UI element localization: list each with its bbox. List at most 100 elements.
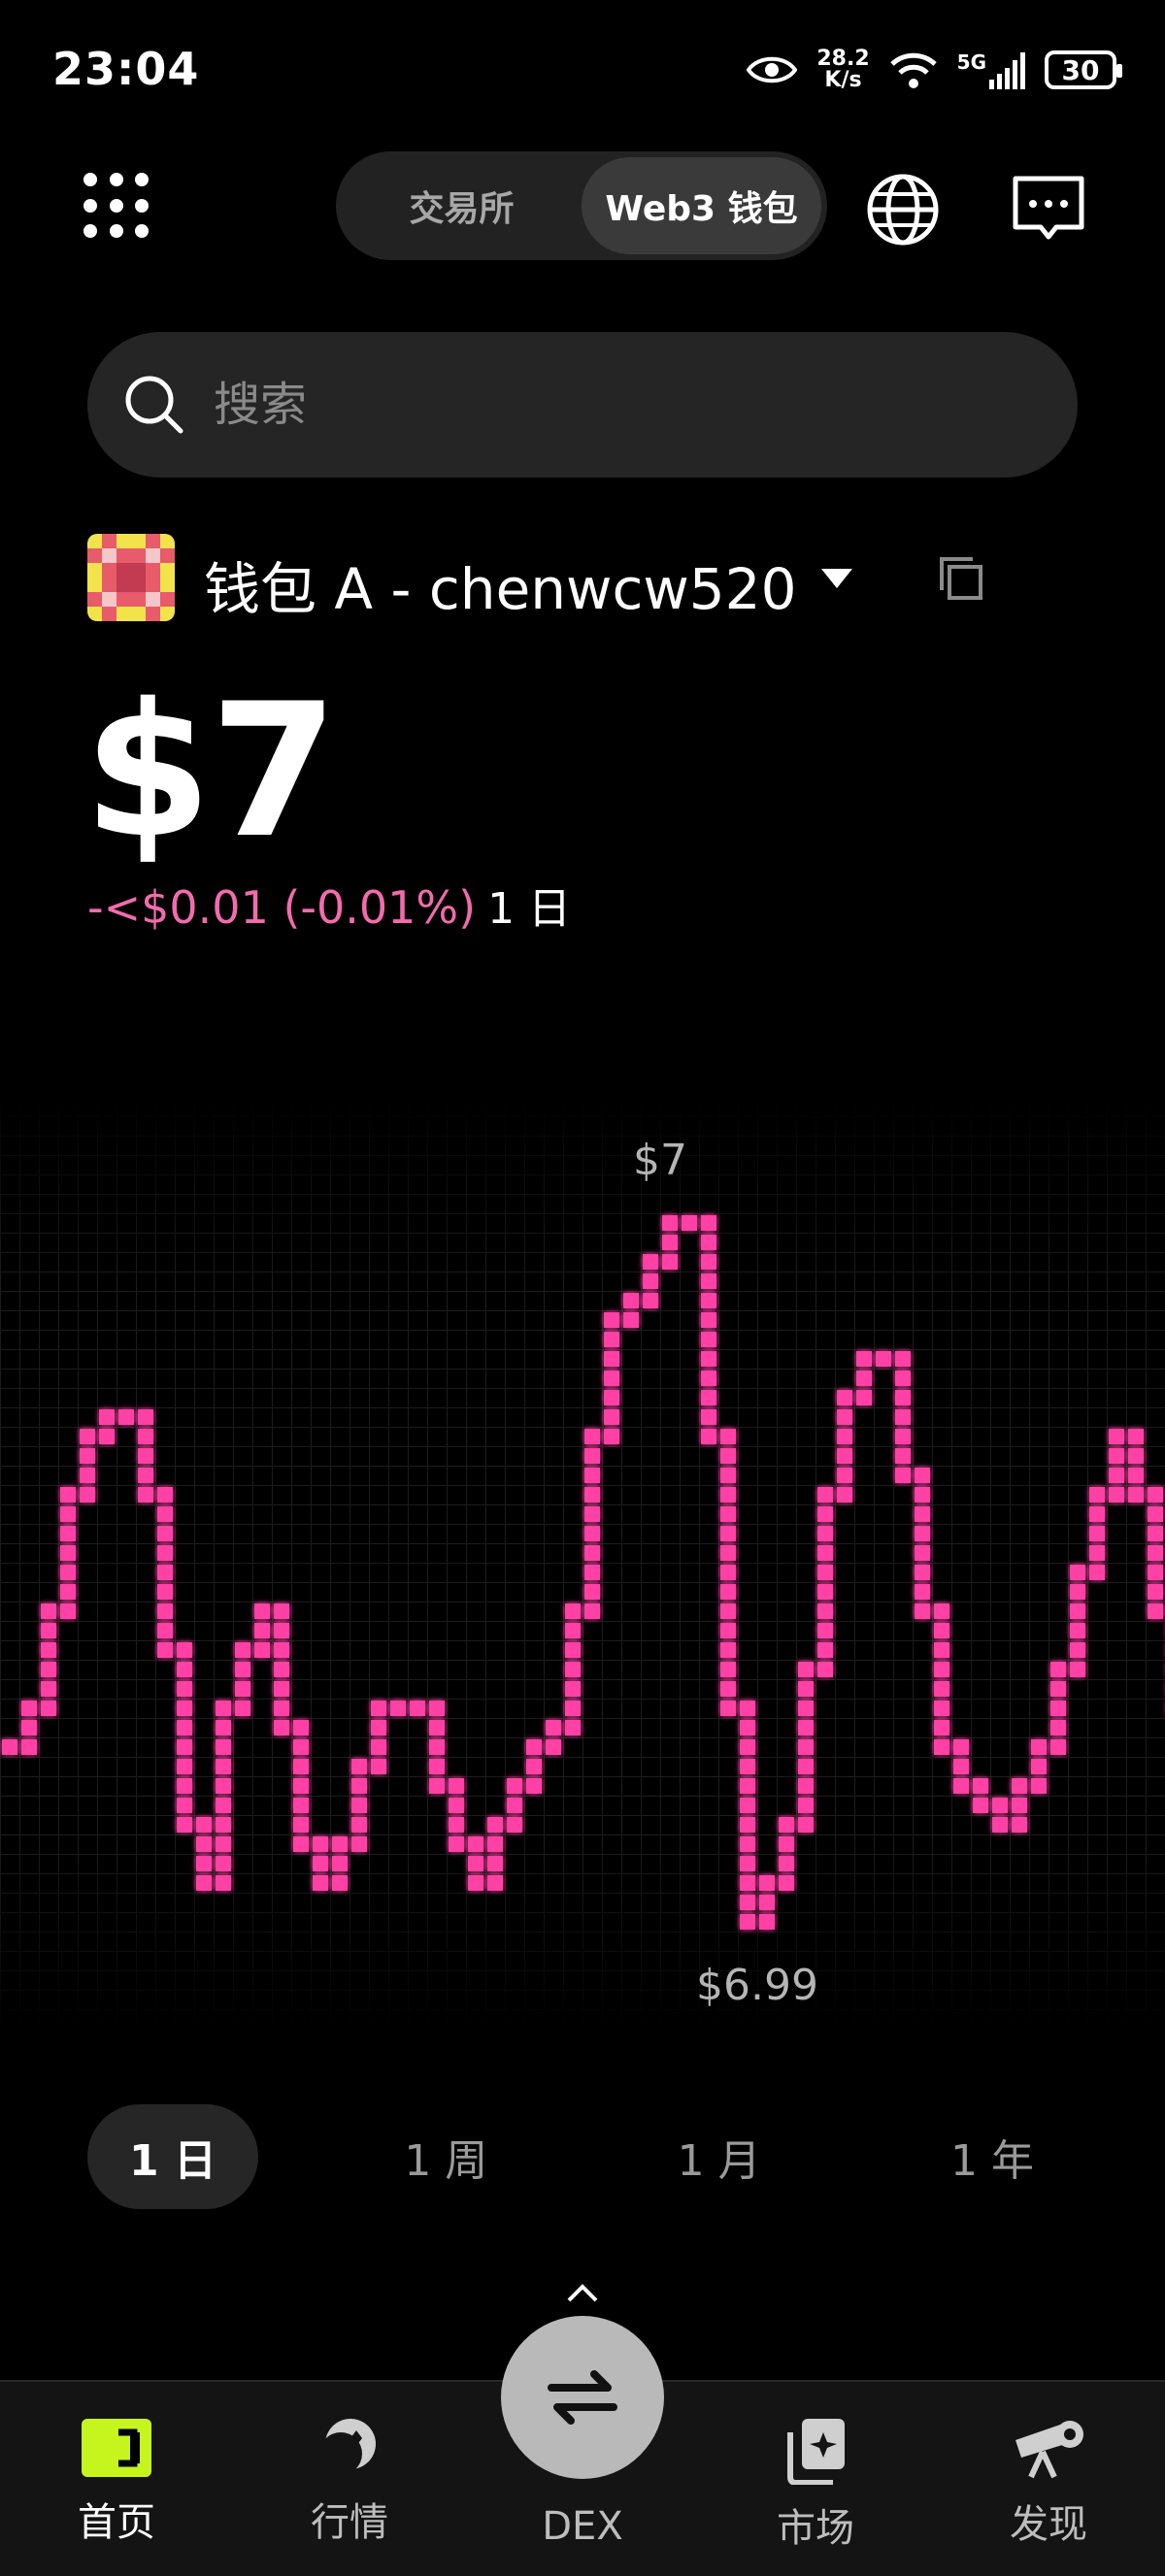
chart-line-cell <box>1148 1526 1163 1541</box>
battery-icon: 30 <box>1045 50 1122 89</box>
chart-line-cell <box>662 1215 678 1231</box>
menu-grid-icon[interactable] <box>83 173 151 241</box>
chart-line-cell <box>584 1526 600 1541</box>
chart-line-cell <box>662 1254 678 1270</box>
balance-chart: $7 $6.99 <box>0 1097 1165 2029</box>
chart-line-cell <box>332 1836 348 1852</box>
chart-line-cell <box>1031 1739 1047 1755</box>
tab-web3-wallet[interactable]: Web3 钱包 <box>582 157 821 254</box>
signal-icon: 5G <box>957 50 1025 89</box>
chart-line-cell <box>1070 1603 1085 1619</box>
chart-line-cell <box>934 1642 949 1658</box>
nav-home[interactable]: 首页 <box>19 2417 214 2547</box>
nav-dex[interactable]: DEX <box>485 2496 680 2549</box>
range-tab-1w[interactable]: 1 周 <box>360 2104 531 2209</box>
chart-line-cell <box>740 1836 755 1852</box>
chart-line-cell <box>604 1351 619 1367</box>
chart-line-cell <box>720 1429 736 1444</box>
nav-discover[interactable]: 发现 <box>951 2417 1146 2549</box>
chart-line-cell <box>837 1487 852 1503</box>
chart-line-cell <box>701 1371 716 1386</box>
chart-line-cell <box>837 1448 852 1464</box>
chart-line-cell <box>584 1506 600 1522</box>
chart-line-cell <box>507 1817 522 1833</box>
chart-line-cell <box>177 1739 192 1755</box>
chart-line-cell <box>1031 1778 1047 1794</box>
chart-line-cell <box>371 1739 386 1755</box>
nav-nft-market-label: 市场 <box>777 2506 854 2551</box>
range-tab-1y[interactable]: 1 年 <box>907 2104 1078 2209</box>
chart-line-cell <box>254 1623 270 1638</box>
chart-line-cell <box>293 1836 309 1852</box>
chart-line-cell <box>837 1390 852 1405</box>
chart-line-cell <box>80 1429 95 1444</box>
chart-line-cell <box>196 1817 212 1833</box>
chart-line-cell <box>856 1390 872 1405</box>
chart-line-cell <box>293 1798 309 1813</box>
chart-line-cell <box>701 1235 716 1250</box>
range-tab-1m[interactable]: 1 月 <box>634 2104 805 2209</box>
chart-line-cell <box>565 1681 581 1697</box>
total-balance: $7 <box>83 664 338 878</box>
chart-line-cell <box>720 1487 736 1503</box>
chart-line-cell <box>449 1836 464 1852</box>
chart-line-cell <box>60 1506 76 1522</box>
dex-button[interactable] <box>501 2316 664 2479</box>
chart-line-cell <box>837 1429 852 1444</box>
chart-line-cell <box>1050 1701 1066 1716</box>
chart-line-cell <box>235 1642 250 1658</box>
caret-down-icon[interactable] <box>821 569 852 588</box>
chart-line-cell <box>313 1836 328 1852</box>
chart-line-cell <box>915 1487 930 1503</box>
chart-line-cell <box>60 1565 76 1580</box>
chart-low-label: $6.99 <box>696 1961 818 2010</box>
chart-line-cell <box>798 1720 814 1735</box>
message-icon[interactable] <box>1010 171 1087 248</box>
chart-line-cell <box>584 1487 600 1503</box>
chart-line-cell <box>701 1254 716 1270</box>
chart-line-cell <box>720 1662 736 1677</box>
chart-line-cell <box>274 1603 289 1619</box>
chart-line-cell <box>817 1662 833 1677</box>
chart-line-cell <box>293 1778 309 1794</box>
nav-market[interactable]: 行情 <box>252 2417 447 2547</box>
chart-line-cell <box>216 1856 231 1871</box>
chart-line-cell <box>1070 1642 1085 1658</box>
chart-line-cell <box>604 1312 619 1328</box>
chart-line-cell <box>584 1545 600 1561</box>
chevron-up-icon[interactable] <box>563 2281 602 2304</box>
search-bar[interactable] <box>87 332 1078 478</box>
chart-line-cell <box>177 1681 192 1697</box>
chart-line-cell <box>1031 1759 1047 1774</box>
wallet-avatar[interactable] <box>87 534 175 621</box>
chart-line-cell <box>779 1875 794 1891</box>
range-tab-1d[interactable]: 1 日 <box>87 2104 258 2209</box>
chart-line-cell <box>118 1409 134 1425</box>
chart-line-cell <box>487 1817 503 1833</box>
chart-line-cell <box>1089 1545 1105 1561</box>
chart-line-cell <box>99 1409 115 1425</box>
nft-icon <box>787 2419 845 2486</box>
chart-line-cell <box>565 1701 581 1716</box>
chart-line-cell <box>1109 1429 1124 1444</box>
chart-line-cell <box>682 1215 697 1231</box>
chart-line-cell <box>1109 1487 1124 1503</box>
nav-nft-market[interactable]: 市场 <box>718 2417 913 2553</box>
chart-line-cell <box>798 1681 814 1697</box>
wallet-name[interactable]: 钱包 A - chenwcw520 <box>204 544 796 625</box>
chart-line-cell <box>740 1895 755 1910</box>
copy-icon[interactable] <box>936 553 986 604</box>
chart-line-cell <box>1070 1565 1085 1580</box>
chart-line-cell <box>895 1468 911 1483</box>
chart-line-cell <box>429 1759 445 1774</box>
chart-line-cell <box>817 1642 833 1658</box>
globe-icon[interactable] <box>864 171 942 248</box>
chart-line-cell <box>740 1778 755 1794</box>
chart-line-cell <box>817 1584 833 1600</box>
chart-line-cell <box>1070 1662 1085 1677</box>
eye-icon <box>747 56 798 83</box>
tab-exchange[interactable]: 交易所 <box>342 157 582 254</box>
search-input[interactable] <box>212 377 992 433</box>
chart-line-cell <box>526 1739 542 1755</box>
chart-line-cell <box>740 1739 755 1755</box>
